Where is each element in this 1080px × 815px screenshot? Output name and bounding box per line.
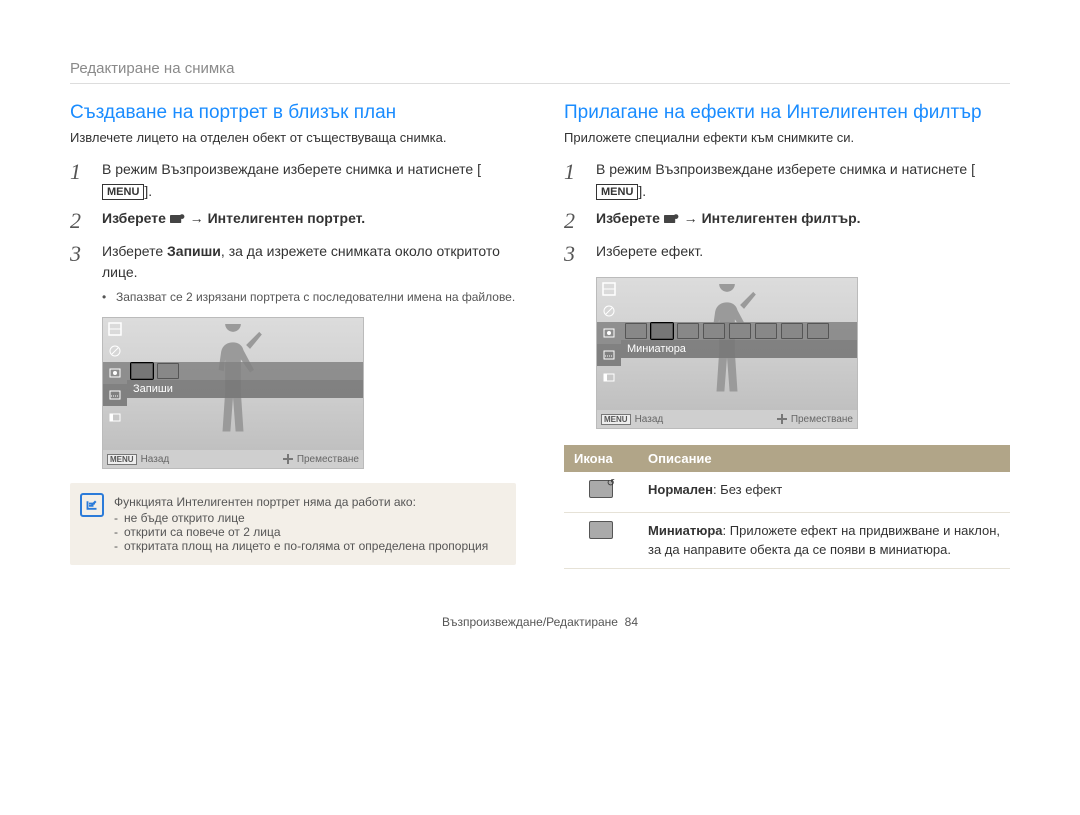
left-column: Създаване на портрет в близък план Извле… (70, 102, 516, 569)
breadcrumb: Редактиране на снимка (70, 60, 1010, 84)
sidebar-icon (597, 300, 621, 322)
camera-preview-left: Запиши MENU Назад Преместване (102, 317, 364, 469)
edit-tools-icon (170, 213, 186, 225)
option-strip (621, 322, 857, 340)
option-icon (625, 323, 647, 339)
preview-back: Назад (635, 414, 664, 425)
page-footer: Възпроизвеждане/Редактиране 84 (70, 615, 1010, 629)
note-title: Функцията Интелигентен портрет няма да р… (114, 495, 416, 509)
menu-tag: MENU (601, 414, 631, 425)
option-icon (755, 323, 777, 339)
sidebar-icon (103, 340, 127, 362)
effect-miniature-icon (589, 521, 613, 539)
dpad-icon (283, 454, 293, 464)
dpad-icon (777, 414, 787, 424)
th-icon: Икона (564, 445, 638, 472)
sidebar-icon (103, 384, 127, 406)
left-title: Създаване на портрет в близък план (70, 102, 516, 124)
step-number: 1 (70, 159, 88, 202)
preview-move: Преместване (297, 454, 359, 465)
right-step1: В режим Възпроизвеждане изберете снимка … (596, 159, 1010, 202)
option-icon (677, 323, 699, 339)
option-icon (807, 323, 829, 339)
option-icon (157, 363, 179, 379)
option-icon (131, 363, 153, 379)
menu-tag: MENU (107, 454, 137, 465)
right-lead: Приложете специални ефекти към снимките … (564, 130, 1010, 145)
option-strip (127, 362, 363, 380)
effects-table: Икона Описание Нормален: Без ефект Миниа… (564, 445, 1010, 569)
right-step3: Изберете ефект. (596, 241, 1010, 267)
left-lead: Извлечете лицето на отделен обект от същ… (70, 130, 516, 145)
sidebar-icon (103, 406, 127, 428)
left-step2: Изберете → Интелигентен портрет. (102, 208, 516, 234)
option-icon (651, 323, 673, 339)
step-number: 3 (564, 241, 582, 267)
edit-tools-icon (664, 213, 680, 225)
left-step3-bullet: Запазват се 2 изрязани портрета с послед… (102, 288, 516, 307)
left-step1: В режим Възпроизвеждане изберете снимка … (102, 159, 516, 202)
step-number: 2 (564, 208, 582, 234)
table-row: Нормален: Без ефект (564, 472, 1010, 512)
preview-move: Преместване (791, 414, 853, 425)
sidebar-icon (103, 362, 127, 384)
camera-preview-right: Миниатюра MENU Назад Преместване (596, 277, 858, 429)
preview-label: Миниатюра (621, 340, 857, 358)
sidebar-icon (597, 366, 621, 388)
th-desc: Описание (638, 445, 1010, 472)
sidebar-icon (597, 322, 621, 344)
sidebar-icon (103, 318, 127, 340)
menu-button-label: MENU (596, 184, 638, 200)
preview-back: Назад (141, 454, 170, 465)
note-item: не бъде открито лице (114, 511, 502, 525)
note-box: Функцията Интелигентен портрет няма да р… (70, 483, 516, 565)
option-icon (703, 323, 725, 339)
right-title: Прилагане на ефекти на Интелигентен филт… (564, 102, 1010, 124)
note-item: открити са повече от 2 лица (114, 525, 502, 539)
step-number: 1 (564, 159, 582, 202)
step-number: 2 (70, 208, 88, 234)
note-item: откритата площ на лицето е по-голяма от … (114, 539, 502, 553)
preview-label: Запиши (127, 380, 363, 398)
table-row: Миниатюра: Приложете ефект на придвижван… (564, 512, 1010, 568)
note-icon (80, 493, 104, 517)
effect-normal-icon (589, 480, 613, 498)
sidebar-icon (597, 344, 621, 366)
menu-button-label: MENU (102, 184, 144, 200)
option-icon (729, 323, 751, 339)
step-number: 3 (70, 241, 88, 308)
left-step3: Изберете Запиши, за да изрежете снимката… (102, 241, 516, 308)
option-icon (781, 323, 803, 339)
right-column: Прилагане на ефекти на Интелигентен филт… (564, 102, 1010, 569)
right-step2: Изберете → Интелигентен филтър. (596, 208, 1010, 234)
sidebar-icon (597, 278, 621, 300)
